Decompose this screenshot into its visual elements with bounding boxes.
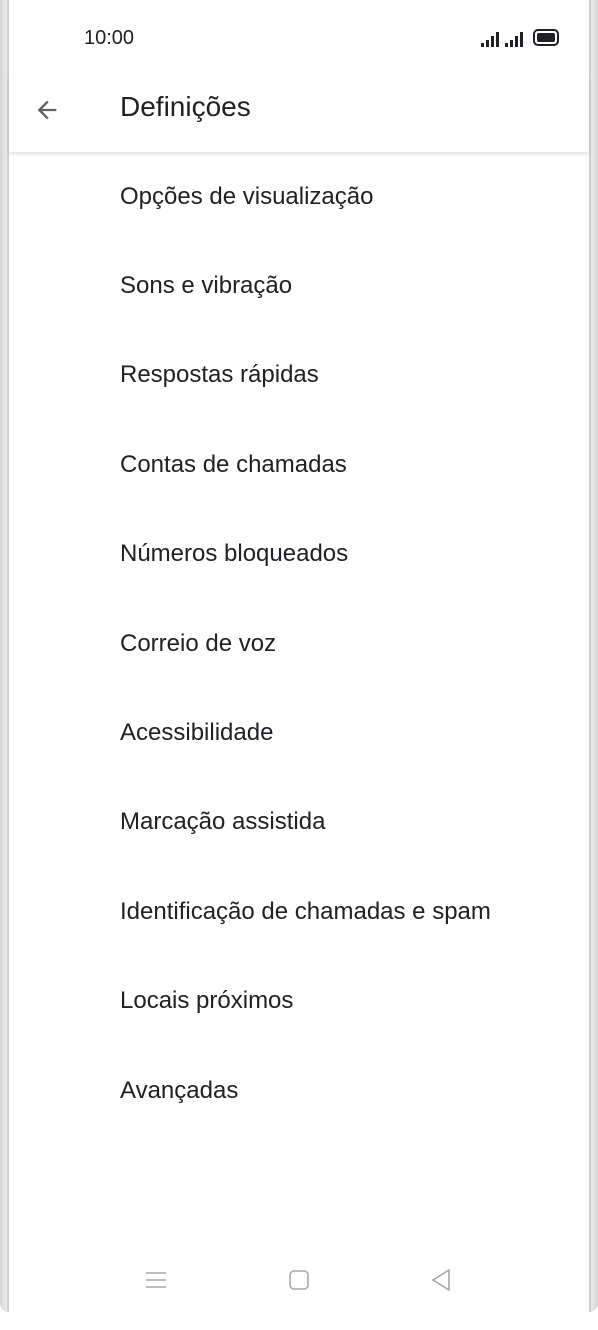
page-title: Definições bbox=[120, 91, 251, 122]
status-bar: 10:00 bbox=[9, 0, 589, 76]
menu-icon bbox=[146, 1272, 166, 1288]
phone-bezel-left bbox=[0, 0, 9, 1312]
settings-item-assisted-dialing[interactable]: Marcação assistida bbox=[9, 778, 589, 867]
settings-item-nearby-places[interactable]: Locais próximos bbox=[9, 957, 589, 1046]
app-bar: Definições bbox=[9, 76, 589, 152]
home-icon bbox=[289, 1270, 309, 1290]
status-time: 10:00 bbox=[84, 27, 135, 49]
phone-screen: 10:00 Definições Opções de visualização … bbox=[0, 0, 598, 1330]
settings-item-display-options[interactable]: Opções de visualização bbox=[9, 152, 589, 241]
phone-bezel-right bbox=[589, 0, 598, 1312]
back-triangle-icon bbox=[432, 1269, 450, 1291]
settings-item-calling-accounts[interactable]: Contas de chamadas bbox=[9, 420, 589, 509]
status-icons bbox=[481, 27, 559, 47]
nav-back-button[interactable] bbox=[421, 1260, 461, 1300]
settings-item-sounds-vibration[interactable]: Sons e vibração bbox=[9, 241, 589, 330]
settings-item-accessibility[interactable]: Acessibilidade bbox=[9, 688, 589, 777]
settings-list: Opções de visualização Sons e vibração R… bbox=[9, 152, 589, 1135]
back-button[interactable] bbox=[25, 88, 69, 132]
settings-item-caller-id-spam[interactable]: Identificação de chamadas e spam bbox=[9, 867, 589, 956]
system-nav-bar bbox=[9, 1240, 589, 1330]
settings-item-voicemail[interactable]: Correio de voz bbox=[9, 599, 589, 688]
settings-item-blocked-numbers[interactable]: Números bloqueados bbox=[9, 510, 589, 599]
arrow-left-icon bbox=[37, 100, 57, 120]
nav-menu-button[interactable] bbox=[136, 1260, 176, 1300]
nav-home-button[interactable] bbox=[279, 1260, 319, 1300]
signal-icon bbox=[505, 31, 523, 47]
signal-icon bbox=[481, 31, 499, 47]
settings-item-advanced[interactable]: Avançadas bbox=[9, 1046, 589, 1135]
settings-item-quick-responses[interactable]: Respostas rápidas bbox=[9, 331, 589, 420]
battery-icon bbox=[533, 29, 559, 46]
